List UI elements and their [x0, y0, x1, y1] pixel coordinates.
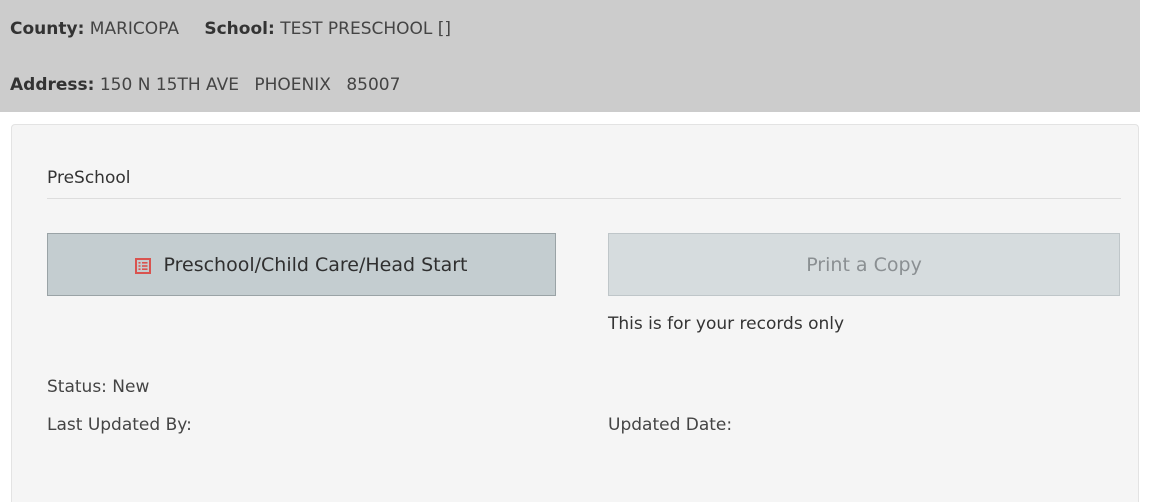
list-icon: [135, 257, 152, 274]
address-zip: 85007: [346, 75, 401, 95]
section-divider: [47, 198, 1121, 199]
records-note: This is for your records only: [608, 314, 845, 334]
preschool-form-button[interactable]: Preschool/Child Care/Head Start: [47, 233, 556, 296]
updated-date-label: Updated Date:: [608, 415, 733, 435]
school-info-header: County: MARICOPA School: TEST PRESCHOOL …: [0, 0, 1140, 112]
address-label: Address:: [10, 75, 95, 95]
status-text: Status: New: [47, 377, 150, 397]
print-copy-button-label: Print a Copy: [806, 253, 922, 276]
school-value: TEST PRESCHOOL []: [280, 19, 452, 39]
address-line: Address: 150 N 15TH AVE PHOENIX 85007: [10, 75, 400, 95]
county-label: County:: [10, 19, 85, 39]
preschool-panel: PreSchool Preschool/Child Care/Head Star…: [11, 124, 1139, 502]
last-updated-by-label: Last Updated By:: [47, 415, 192, 435]
address-city: PHOENIX: [254, 75, 331, 95]
print-copy-button[interactable]: Print a Copy: [608, 233, 1120, 296]
section-title: PreSchool: [47, 168, 131, 188]
county-school-line: County: MARICOPA School: TEST PRESCHOOL …: [10, 19, 451, 39]
county-value: MARICOPA: [89, 19, 179, 39]
preschool-form-button-label: Preschool/Child Care/Head Start: [163, 253, 468, 276]
school-label: School:: [204, 19, 275, 39]
address-street: 150 N 15TH AVE: [99, 75, 239, 95]
page: County: MARICOPA School: TEST PRESCHOOL …: [0, 0, 1153, 502]
